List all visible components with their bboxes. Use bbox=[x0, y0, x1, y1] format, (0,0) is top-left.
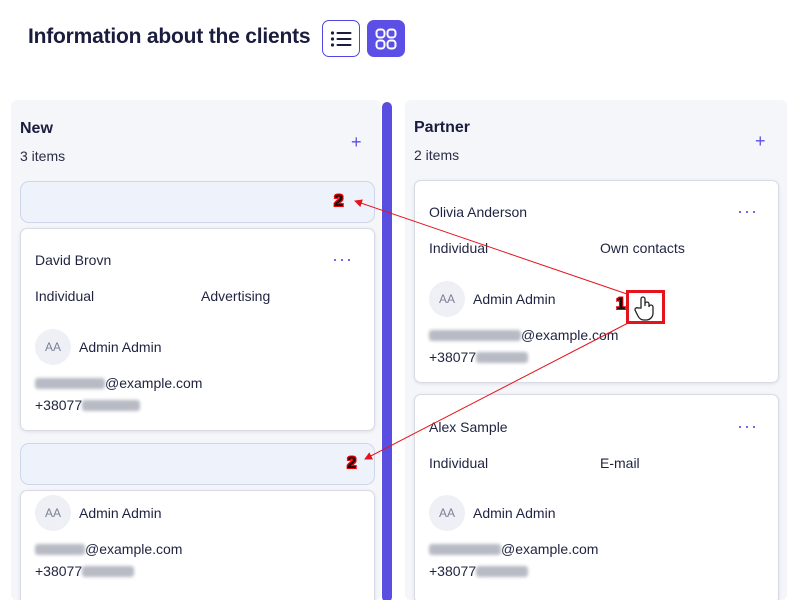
client-phone[interactable]: +38077 bbox=[35, 563, 135, 579]
column-title-new: New bbox=[20, 120, 53, 137]
owner-name: Admin Admin bbox=[79, 505, 162, 521]
add-client-new-button[interactable]: + bbox=[351, 133, 362, 151]
avatar: AA bbox=[35, 495, 71, 531]
avatar: AA bbox=[35, 329, 71, 365]
step-marker-2: 2 bbox=[347, 453, 357, 472]
blurred-text bbox=[82, 399, 141, 411]
column-count-partner: 2 items bbox=[414, 147, 460, 163]
client-name[interactable]: David Brovn bbox=[35, 252, 111, 268]
blurred-text bbox=[476, 351, 529, 363]
page-title: Information about the clients bbox=[28, 25, 311, 48]
drop-placeholder[interactable] bbox=[20, 443, 375, 485]
client-email[interactable]: @example.com bbox=[35, 541, 182, 557]
step-marker-1: 1 bbox=[616, 294, 626, 313]
client-source: Own contacts bbox=[600, 240, 685, 256]
client-email[interactable]: @example.com bbox=[429, 327, 618, 343]
client-type: Individual bbox=[429, 455, 489, 471]
drop-placeholder[interactable] bbox=[20, 181, 375, 223]
column-count-new: 3 items bbox=[20, 148, 66, 164]
client-type: Individual bbox=[429, 240, 489, 256]
list-view-button[interactable] bbox=[322, 20, 360, 57]
owner-name: Admin Admin bbox=[473, 291, 556, 307]
blurred-text bbox=[429, 543, 501, 555]
client-source: Advertising bbox=[201, 288, 271, 304]
owner-name: Admin Admin bbox=[473, 505, 556, 521]
blurred-text bbox=[476, 565, 529, 577]
blurred-text bbox=[429, 329, 521, 341]
client-email[interactable]: @example.com bbox=[429, 541, 598, 557]
client-name[interactable]: Alex Sample bbox=[429, 419, 508, 435]
avatar: AA bbox=[429, 281, 465, 317]
client-name[interactable]: Olivia Anderson bbox=[429, 204, 527, 220]
client-phone[interactable]: +38077 bbox=[429, 349, 529, 365]
grid-view-button[interactable] bbox=[367, 20, 405, 57]
step-marker-2: 2 bbox=[334, 191, 344, 210]
avatar: AA bbox=[429, 495, 465, 531]
blurred-text bbox=[35, 377, 105, 389]
list-icon bbox=[330, 30, 352, 47]
more-options-icon[interactable]: ··· bbox=[737, 202, 758, 220]
client-source: E-mail bbox=[600, 455, 640, 471]
client-phone[interactable]: +38077 bbox=[429, 563, 529, 579]
hand-cursor-icon bbox=[634, 296, 654, 321]
owner-name: Admin Admin bbox=[79, 339, 162, 355]
grid-icon bbox=[375, 28, 397, 49]
more-options-icon[interactable]: ··· bbox=[332, 250, 353, 268]
client-email[interactable]: @example.com bbox=[35, 375, 202, 391]
client-type: Individual bbox=[35, 288, 95, 304]
column-title-partner: Partner bbox=[414, 119, 471, 136]
add-client-partner-button[interactable]: + bbox=[755, 132, 766, 150]
blurred-text bbox=[82, 565, 135, 577]
more-options-icon[interactable]: ··· bbox=[737, 417, 758, 435]
scrollbar[interactable] bbox=[382, 102, 392, 600]
client-phone[interactable]: +38077 bbox=[35, 397, 141, 413]
blurred-text bbox=[35, 543, 85, 555]
